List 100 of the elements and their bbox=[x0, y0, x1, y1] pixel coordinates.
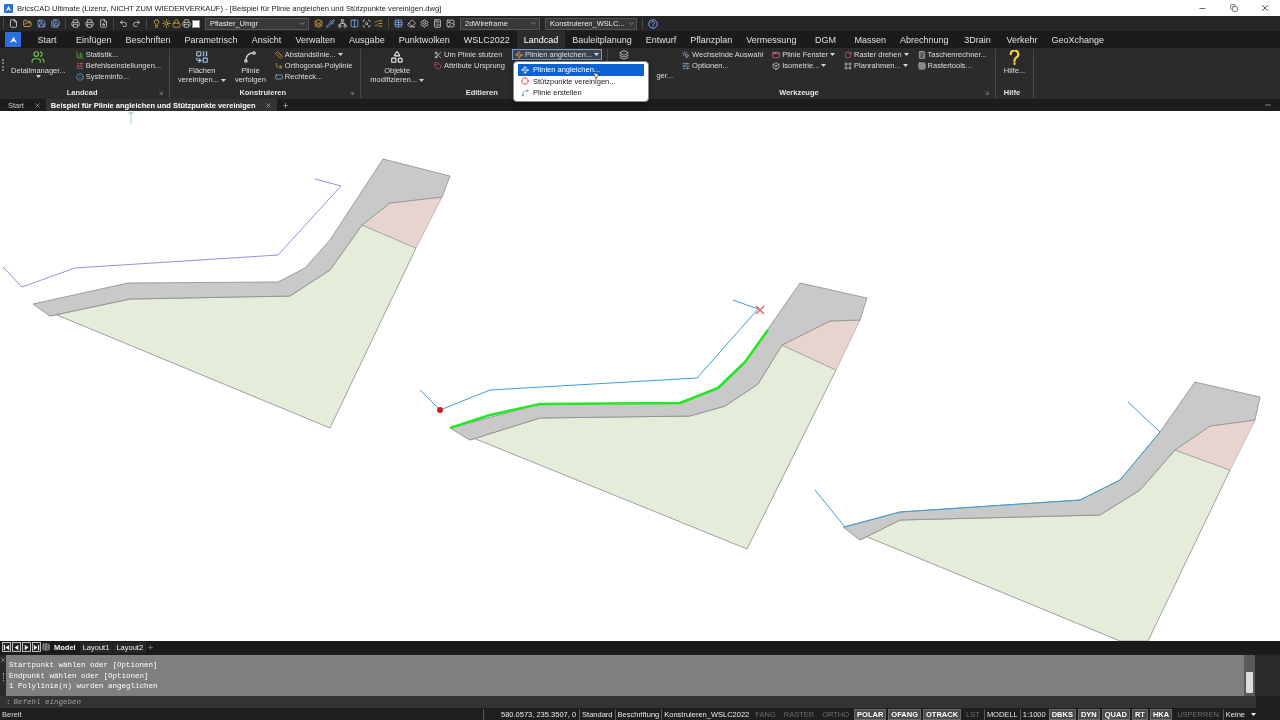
printer-icon[interactable] bbox=[182, 19, 191, 28]
lock-icon[interactable] bbox=[172, 19, 181, 28]
users-icon bbox=[31, 50, 46, 64]
ribbon-tab[interactable]: Massen bbox=[847, 31, 893, 48]
corner-arrow-icon bbox=[274, 61, 283, 70]
calculator-icon bbox=[917, 50, 926, 59]
checklist-icon[interactable] bbox=[374, 19, 383, 28]
arrow-down-right-icon[interactable] bbox=[349, 89, 356, 96]
ruler-icon bbox=[274, 50, 283, 59]
ribbon-tab[interactable]: Landcad bbox=[516, 31, 566, 48]
scroll-first-button[interactable] bbox=[2, 642, 11, 652]
ribbon-tab[interactable]: Einfügen bbox=[69, 31, 119, 48]
sun-icon[interactable] bbox=[162, 19, 171, 28]
settings-icon[interactable] bbox=[420, 19, 429, 28]
rectangle-icon bbox=[274, 72, 283, 81]
ribbon-tab[interactable]: Verwalten bbox=[288, 31, 343, 48]
new-file-icon[interactable] bbox=[9, 19, 18, 28]
image-icon[interactable] bbox=[446, 19, 455, 28]
ribbon-tab[interactable]: Punktwolken bbox=[391, 31, 457, 48]
curve-icon bbox=[520, 88, 529, 97]
sliders-icon bbox=[75, 61, 84, 70]
close-icon[interactable] bbox=[33, 101, 41, 109]
calculator-icon[interactable] bbox=[433, 19, 442, 28]
triangle-right-icon bbox=[23, 643, 30, 651]
skip-left-icon bbox=[3, 643, 10, 651]
folder-icon[interactable] bbox=[23, 19, 32, 28]
waypoints-icon bbox=[520, 65, 529, 74]
shapes-icon bbox=[390, 50, 405, 64]
ribbon-tab[interactable]: WSLC2022 bbox=[456, 31, 517, 48]
ribbon-tab[interactable]: Start bbox=[25, 31, 69, 48]
color-swatch-icon bbox=[192, 19, 200, 28]
bar-chart-icon bbox=[75, 50, 84, 59]
sliders-icon bbox=[682, 61, 691, 70]
ribbon-tab[interactable]: Parametrisch bbox=[177, 31, 245, 48]
scissors-icon bbox=[434, 50, 443, 59]
pipette-icon[interactable] bbox=[326, 19, 335, 28]
tag-icon bbox=[434, 61, 443, 70]
file-search-icon[interactable] bbox=[99, 19, 108, 28]
close-icon[interactable] bbox=[265, 101, 273, 109]
info-icon bbox=[75, 72, 84, 81]
arrow-down-right-icon[interactable] bbox=[158, 89, 165, 96]
ribbon-tab[interactable]: 3Drain bbox=[955, 31, 1000, 48]
triangle-left-icon bbox=[13, 643, 20, 651]
ribbon-tab[interactable]: Pflanzplan bbox=[683, 31, 740, 48]
scroll-last-button[interactable] bbox=[32, 642, 41, 652]
ribbon-tab[interactable]: Abrechnung bbox=[892, 31, 956, 48]
crosshair-icon bbox=[520, 77, 529, 86]
app-menu-button[interactable] bbox=[5, 32, 21, 47]
axis-marker-icon bbox=[128, 111, 134, 125]
drag-handle-icon[interactable] bbox=[2, 59, 4, 71]
ribbon-tab[interactable]: GeoXchange bbox=[1044, 31, 1112, 48]
ribbon-tab[interactable]: Vermessung bbox=[739, 31, 804, 48]
caret-icon bbox=[1251, 712, 1256, 716]
sheet-icon[interactable] bbox=[42, 643, 50, 651]
pointer-click-icon bbox=[682, 50, 691, 59]
grid-icon bbox=[917, 61, 926, 70]
network-icon[interactable] bbox=[338, 19, 347, 28]
ribbon-tab[interactable]: Ausgabe bbox=[342, 31, 392, 48]
question-mark-icon bbox=[1008, 50, 1020, 65]
combine-icon bbox=[195, 50, 209, 64]
scrollbar-thumb[interactable] bbox=[1246, 672, 1253, 693]
chevron-down-icon bbox=[627, 20, 635, 27]
columns-icon[interactable] bbox=[350, 19, 359, 28]
save-icon[interactable] bbox=[37, 19, 46, 28]
rotate-icon bbox=[844, 50, 853, 59]
drag-handle-icon[interactable] bbox=[2, 673, 4, 681]
ribbon-tab[interactable]: Beschriften bbox=[118, 31, 178, 48]
ribbon-tab[interactable]: Verkehr bbox=[999, 31, 1045, 48]
curve-icon bbox=[243, 50, 258, 64]
ribbon-tab[interactable]: Bauleitplanung bbox=[565, 31, 639, 48]
layers-icon bbox=[619, 50, 630, 60]
close-icon[interactable] bbox=[0, 657, 6, 663]
chevron-down-icon bbox=[299, 20, 306, 27]
point-marker-icon bbox=[437, 407, 443, 413]
scroll-left-button[interactable] bbox=[12, 642, 21, 652]
ribbon-tab[interactable]: DGM bbox=[803, 31, 848, 48]
lightbulb-icon[interactable] bbox=[152, 19, 161, 28]
app-logo-icon bbox=[4, 3, 13, 13]
arrow-down-right-icon[interactable] bbox=[983, 89, 990, 96]
app-logo-icon bbox=[8, 35, 18, 44]
plus-icon[interactable] bbox=[147, 643, 155, 651]
ribbon-tab[interactable]: Ansicht bbox=[244, 31, 289, 48]
ribbon-tab[interactable]: Entwurf bbox=[638, 31, 684, 48]
printer-icon[interactable] bbox=[71, 19, 80, 28]
eraser-icon[interactable] bbox=[407, 19, 416, 28]
plus-icon[interactable] bbox=[282, 101, 290, 109]
redo-icon[interactable] bbox=[132, 19, 141, 28]
close-icon bbox=[1259, 3, 1270, 13]
layers-icon[interactable] bbox=[314, 19, 323, 28]
waypoints-icon bbox=[514, 50, 523, 59]
printer-icon[interactable] bbox=[85, 19, 94, 28]
cube-icon bbox=[772, 61, 781, 70]
undo-icon[interactable] bbox=[119, 19, 128, 28]
scan-icon[interactable] bbox=[362, 19, 371, 28]
save-all-icon[interactable] bbox=[51, 19, 60, 28]
help-icon[interactable] bbox=[648, 18, 658, 29]
scroll-right-button[interactable] bbox=[22, 642, 31, 652]
window-icon bbox=[772, 50, 781, 59]
chevron-down-icon bbox=[530, 20, 537, 27]
table-icon[interactable] bbox=[394, 19, 403, 28]
